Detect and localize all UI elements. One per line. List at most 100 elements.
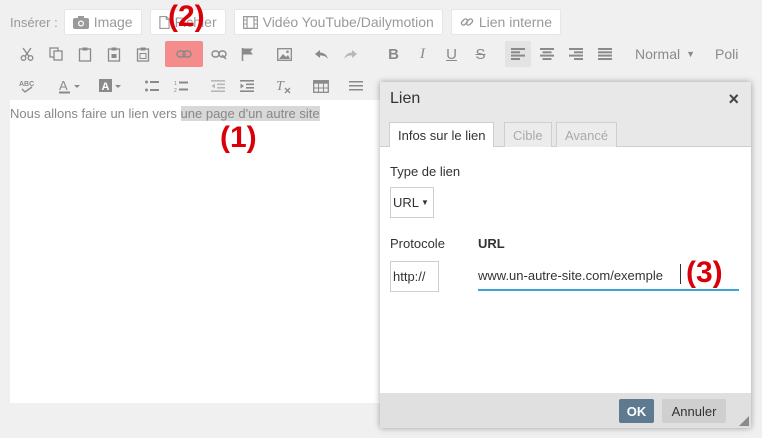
align-justify-icon: [597, 48, 612, 60]
image-button[interactable]: [272, 41, 298, 67]
toolbar-separator: [262, 41, 270, 67]
ok-button[interactable]: OK: [619, 399, 654, 423]
format-dropdown-value: Normal: [635, 46, 681, 62]
close-icon[interactable]: ×: [728, 90, 739, 108]
insert-image-label: Image: [93, 14, 133, 30]
toolbar-separator: [131, 73, 137, 99]
text-color-button[interactable]: A: [51, 73, 89, 99]
camera-icon: [72, 15, 89, 29]
table-icon: [312, 79, 329, 93]
copy-icon: [48, 47, 63, 61]
tab-target[interactable]: Cible: [504, 122, 552, 148]
clipboard-word-icon: [136, 47, 149, 62]
toolbar-separator: [299, 41, 307, 67]
insert-internal-link-label: Lien interne: [478, 14, 553, 30]
tab-link-info[interactable]: Infos sur le lien: [389, 122, 495, 148]
insert-video-label: Vidéo YouTube/Dailymotion: [262, 14, 434, 30]
protocol-label: Protocole: [390, 236, 445, 251]
align-center-button[interactable]: [534, 41, 560, 67]
bulleted-list-button[interactable]: [139, 73, 165, 99]
horizontal-rule-button[interactable]: [343, 73, 369, 99]
clear-format-icon: T: [276, 79, 290, 94]
cut-button[interactable]: [14, 41, 40, 67]
outdent-button[interactable]: [205, 73, 231, 99]
caret-down-icon: ▼: [686, 49, 696, 59]
underline-button[interactable]: U: [439, 41, 465, 67]
resize-handle-icon[interactable]: [739, 416, 749, 426]
link-type-label: Type de lien: [390, 164, 461, 179]
toolbar-separator: [365, 41, 379, 67]
italic-button[interactable]: I: [410, 41, 436, 67]
redo-button[interactable]: [338, 41, 364, 67]
align-right-icon: [568, 48, 583, 60]
numbered-list-button[interactable]: 12: [168, 73, 194, 99]
link-dialog: Lien × Infos sur le lien Cible Avancé Ty…: [380, 82, 751, 428]
numbered-list-icon: 12: [174, 81, 188, 93]
clipboard-icon: [78, 47, 91, 62]
caret-down-icon: ▼: [421, 198, 429, 207]
cancel-button[interactable]: Annuler: [662, 399, 726, 423]
flag-icon: [241, 48, 253, 61]
dialog-title: Lien: [390, 89, 421, 107]
align-left-button[interactable]: [504, 41, 531, 67]
toolbar-separator: [495, 41, 503, 67]
film-icon: [242, 15, 258, 29]
insert-label: Insérer :: [10, 14, 58, 30]
spellcheck-button[interactable]: ABC: [14, 73, 40, 99]
horizontal-rule-icon: [348, 81, 363, 91]
align-center-icon: [539, 48, 554, 60]
tab-advanced[interactable]: Avancé: [556, 122, 618, 148]
link-button[interactable]: [164, 41, 203, 67]
font-dropdown[interactable]: Poli: [709, 41, 745, 67]
bold-button[interactable]: B: [381, 41, 407, 67]
unlink-icon: [210, 50, 227, 60]
clipboard-text-icon: [107, 47, 120, 62]
editor-text-before: Nous allons faire un lien vers: [10, 106, 181, 121]
dialog-title-bar[interactable]: Lien ×: [380, 82, 751, 115]
toolbar-separator: [335, 73, 341, 99]
outdent-icon: [210, 80, 225, 92]
strikethrough-icon: S: [475, 45, 486, 63]
undo-button[interactable]: [309, 41, 335, 67]
format-dropdown[interactable]: Normal ▼: [629, 41, 702, 67]
annotation-3: (3): [686, 256, 723, 289]
link-type-select[interactable]: URL ▼: [390, 187, 434, 218]
insert-internal-link-button[interactable]: Lien interne: [450, 9, 562, 35]
protocol-select[interactable]: http://: [390, 261, 439, 292]
insert-image-button[interactable]: Image: [63, 9, 142, 35]
unlink-button[interactable]: [206, 41, 232, 67]
align-left-icon: [510, 48, 525, 60]
paste-button[interactable]: [72, 41, 98, 67]
justify-button[interactable]: [592, 41, 618, 67]
copy-button[interactable]: [43, 41, 69, 67]
dialog-tabs: Infos sur le lien Cible Avancé: [380, 115, 751, 148]
insert-video-button[interactable]: Vidéo YouTube/Dailymotion: [233, 9, 443, 35]
svg-text:A: A: [59, 79, 68, 93]
link-icon: [460, 18, 474, 26]
editor-selected-text: une page d'un autre site: [180, 106, 320, 121]
strikethrough-button[interactable]: S: [468, 41, 494, 67]
background-color-icon: A: [98, 78, 121, 93]
italic-icon: I: [420, 45, 425, 62]
indent-button[interactable]: [234, 73, 260, 99]
paste-text-button[interactable]: [101, 41, 127, 67]
toolbar-separator: [157, 41, 163, 67]
align-right-button[interactable]: [563, 41, 589, 67]
svg-text:1: 1: [174, 81, 177, 87]
background-color-button[interactable]: A: [92, 73, 130, 99]
table-button[interactable]: [308, 73, 334, 99]
url-label: URL: [478, 236, 505, 251]
annotation-1: (1): [220, 121, 257, 154]
undo-icon: [315, 49, 328, 59]
dialog-footer: OK Annuler: [380, 393, 751, 428]
image-icon: [277, 47, 292, 61]
anchor-button[interactable]: [235, 41, 261, 67]
toolbar-separator: [261, 73, 269, 99]
link-type-value: URL: [393, 195, 420, 210]
underline-icon: U: [446, 45, 457, 63]
bulleted-list-icon: [144, 80, 159, 92]
link-icon: [175, 50, 192, 58]
remove-format-button[interactable]: T: [271, 73, 297, 99]
paste-word-button[interactable]: [130, 41, 156, 67]
toolbar-separator: [619, 41, 629, 67]
